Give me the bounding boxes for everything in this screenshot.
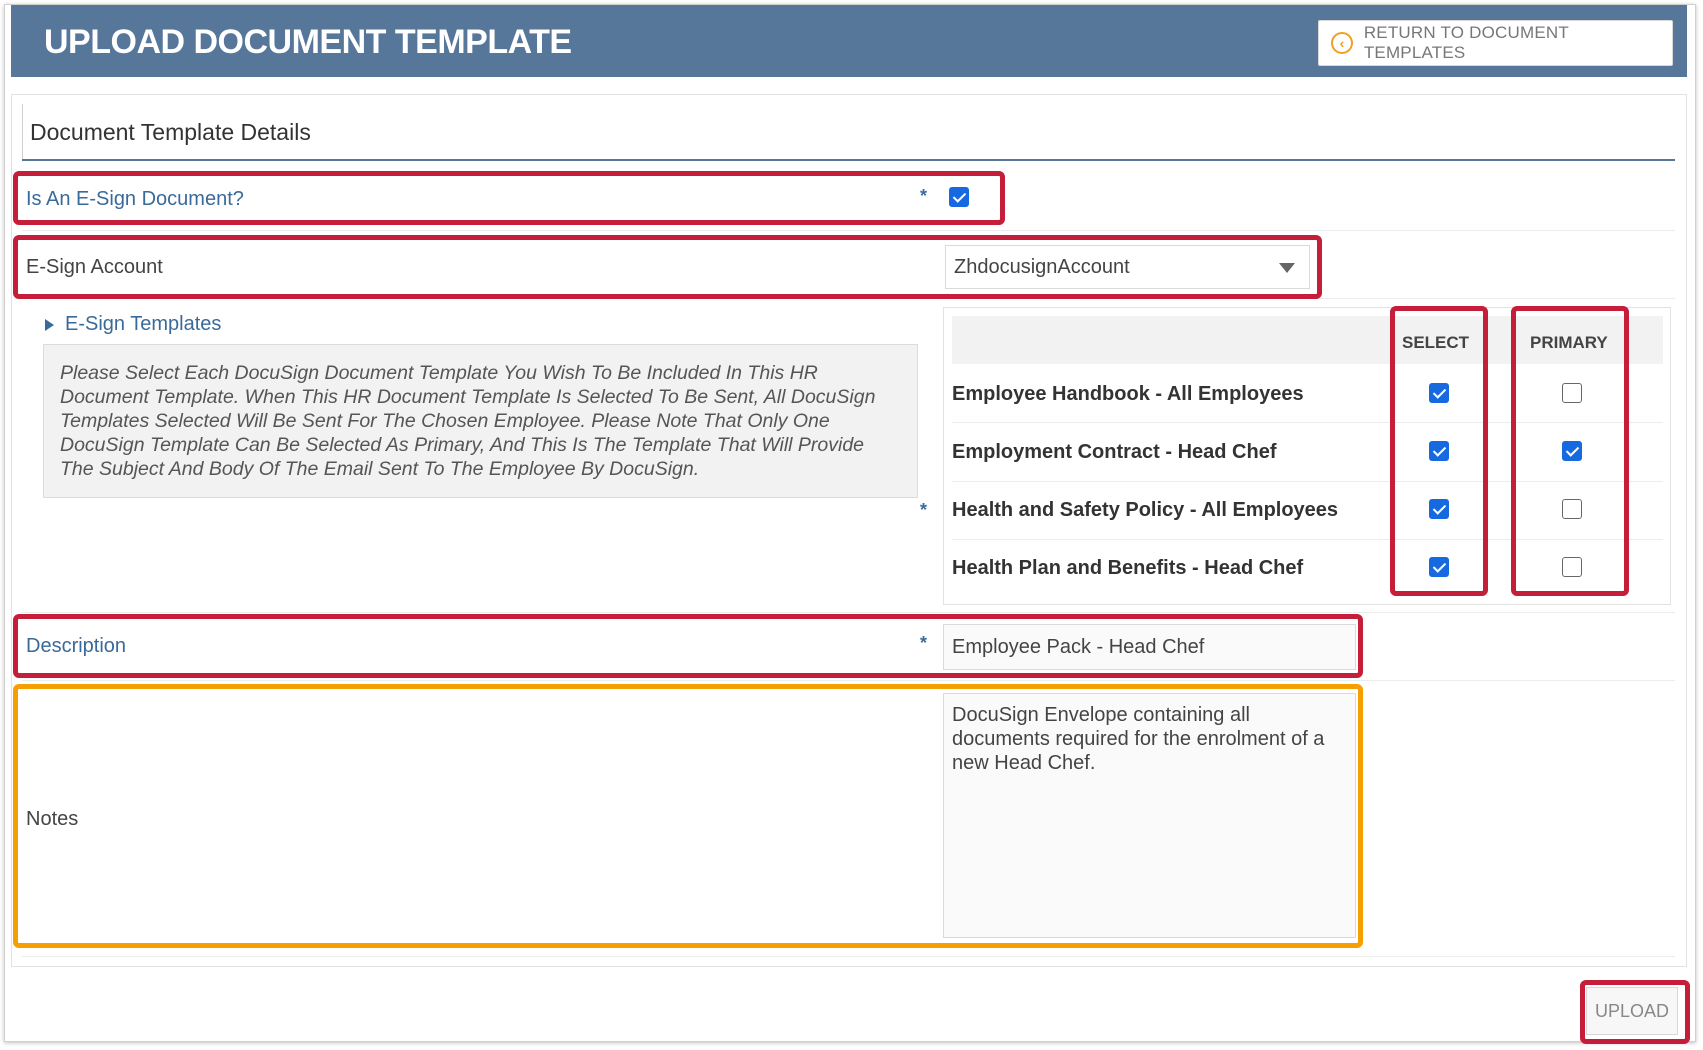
notes-label: Notes (26, 808, 79, 830)
column-header-primary: PRIMARY (1530, 333, 1608, 352)
template-row-name: Health and Safety Policy - All Employees (952, 499, 1339, 521)
caret-right-icon (45, 318, 54, 331)
page-header: UPLOAD DOCUMENT TEMPLATE ‹ RETURN TO DOC… (11, 5, 1687, 77)
row-divider (22, 612, 1675, 613)
row-divider (22, 298, 1675, 299)
template-primary-checkbox[interactable] (1562, 441, 1582, 461)
template-row-name: Employment Contract - Head Chef (952, 441, 1277, 463)
required-marker: * (920, 186, 928, 206)
template-select-checkbox[interactable] (1429, 383, 1449, 403)
row-divider (952, 481, 1663, 482)
esign-account-label: E-Sign Account (26, 256, 163, 278)
return-to-templates-button[interactable]: ‹ RETURN TO DOCUMENT TEMPLATES (1318, 20, 1673, 66)
description-label: Description (26, 635, 127, 657)
template-select-checkbox[interactable] (1429, 557, 1449, 577)
template-select-checkbox[interactable] (1429, 499, 1449, 519)
esign-templates-toggle[interactable]: E-Sign Templates (45, 313, 221, 336)
esign-templates-label: E-Sign Templates (65, 313, 222, 335)
notes-textarea[interactable]: DocuSign Envelope containing all documen… (943, 693, 1356, 938)
return-button-label: RETURN TO DOCUMENT TEMPLATES (1363, 23, 1569, 62)
required-marker: * (920, 633, 928, 653)
dropdown-arrow-icon (1279, 263, 1295, 273)
description-input[interactable]: Employee Pack - Head Chef (943, 624, 1356, 670)
section-underline (22, 159, 1675, 161)
description-value: Employee Pack - Head Chef (952, 636, 1205, 658)
template-row-name: Employee Handbook - All Employees (952, 383, 1304, 405)
template-primary-checkbox[interactable] (1562, 383, 1582, 403)
esign-account-select[interactable]: ZhdocusignAccount (945, 245, 1310, 289)
esign-document-checkbox[interactable] (949, 187, 969, 207)
required-marker: * (920, 500, 928, 520)
section-divider (22, 104, 23, 160)
template-row-name: Health Plan and Benefits - Head Chef (952, 557, 1304, 579)
template-select-checkbox[interactable] (1429, 441, 1449, 461)
section-title: Document Template Details (30, 119, 311, 145)
esign-templates-info: Please Select Each DocuSign Document Tem… (43, 344, 918, 498)
row-divider (22, 680, 1675, 681)
esign-question-label: Is An E-Sign Document? (26, 188, 244, 210)
column-header-select: SELECT (1402, 333, 1470, 352)
row-divider (952, 539, 1663, 540)
row-divider (952, 422, 1663, 423)
template-primary-checkbox[interactable] (1562, 499, 1582, 519)
page-title: UPLOAD DOCUMENT TEMPLATE (44, 23, 572, 61)
esign-account-value: ZhdocusignAccount (954, 256, 1130, 278)
chevron-left-circle-icon: ‹ (1331, 32, 1353, 54)
template-primary-checkbox[interactable] (1562, 557, 1582, 577)
row-divider (22, 956, 1675, 957)
upload-button[interactable]: UPLOAD (1586, 987, 1678, 1035)
row-divider (22, 230, 1675, 231)
